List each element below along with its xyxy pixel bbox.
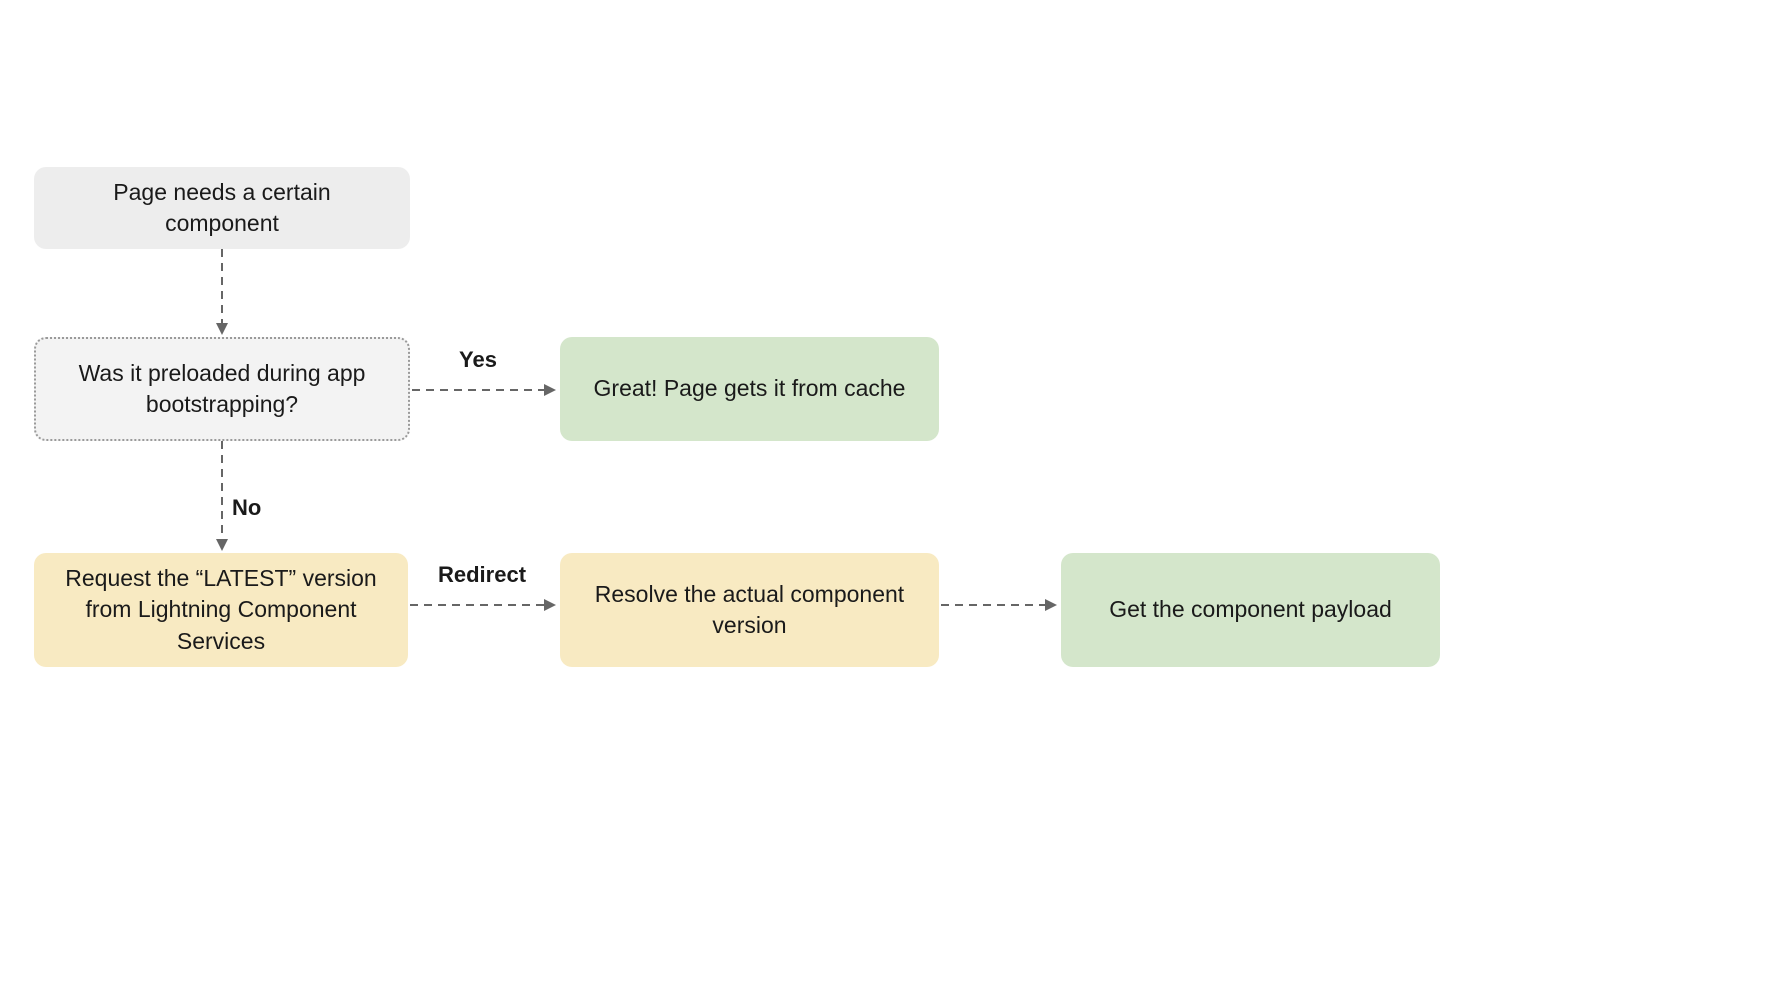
node-payload-text: Get the component payload — [1109, 594, 1392, 625]
arrow-resolve-to-payload — [941, 599, 1059, 611]
edge-label-no: No — [232, 495, 261, 521]
node-start-text: Page needs a certain component — [54, 177, 390, 239]
node-resolve-text: Resolve the actual component version — [580, 579, 919, 641]
node-payload: Get the component payload — [1061, 553, 1440, 667]
node-start: Page needs a certain component — [34, 167, 410, 249]
node-request-text: Request the “LATEST” version from Lightn… — [54, 563, 388, 656]
node-decision: Was it preloaded during app bootstrappin… — [34, 337, 410, 441]
node-resolve: Resolve the actual component version — [560, 553, 939, 667]
arrow-decision-to-request — [216, 441, 228, 553]
arrow-start-to-decision — [216, 249, 228, 337]
arrow-request-to-resolve — [410, 599, 558, 611]
arrow-decision-to-cache — [412, 384, 558, 396]
node-decision-text: Was it preloaded during app bootstrappin… — [56, 358, 388, 420]
edge-label-yes: Yes — [459, 347, 497, 373]
edge-label-redirect: Redirect — [438, 562, 526, 588]
node-cache: Great! Page gets it from cache — [560, 337, 939, 441]
node-request: Request the “LATEST” version from Lightn… — [34, 553, 408, 667]
flow-diagram: Page needs a certain component Was it pr… — [0, 0, 1781, 1000]
node-cache-text: Great! Page gets it from cache — [594, 373, 906, 404]
